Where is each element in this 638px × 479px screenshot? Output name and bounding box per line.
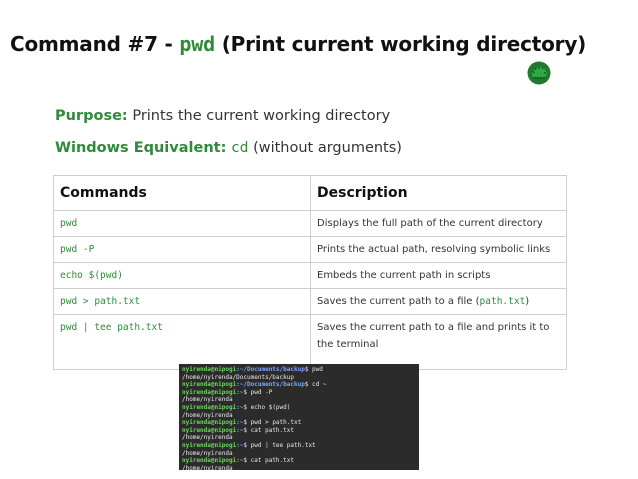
terminal-command: $ pwd — [304, 366, 323, 373]
terminal-output: /home/nyirenda/Documents/backup — [182, 373, 294, 381]
terminal-prompt-user: nyirenda@nipogi — [182, 457, 237, 465]
terminal-prompt-line: nyirenda@nipogi:~$ pwd > path.txt — [182, 419, 416, 427]
command-cell: pwd > path.txt — [53, 288, 311, 315]
terminal-prompt-user: nyirenda@nipogi — [182, 366, 237, 373]
column-header-description: Description — [310, 175, 567, 211]
terminal-prompt-user: nyirenda@nipogi — [182, 441, 237, 449]
terminal-output: /home/nyirenda — [182, 434, 233, 442]
table-row: pwd > path.txt Saves the current path to… — [53, 288, 567, 315]
terminal-prompt-user: nyirenda@nipogi — [182, 403, 237, 411]
command-cell: pwd — [53, 210, 311, 237]
terminal-command: $ pwd > path.txt — [243, 419, 302, 427]
terminal-prompt-line: nyirenda@nipogi:~/Documents/backup$ cd ~ — [182, 381, 416, 389]
terminal-command: $ pwd -P — [243, 388, 273, 396]
terminal-prompt-user: nyirenda@nipogi — [182, 381, 237, 389]
windows-equivalent-command: cd — [230, 140, 249, 156]
terminal-prompt-user: nyirenda@nipogi — [182, 388, 237, 396]
terminal-output: /home/nyirenda — [182, 449, 233, 457]
description-cell: Prints the actual path, resolving symbol… — [310, 236, 567, 263]
command-cell: pwd -P — [53, 236, 311, 263]
title-suffix: (Print current working directory) — [214, 32, 587, 56]
terminal-command: $ cat path.txt — [243, 457, 294, 465]
terminal-prompt-line: nyirenda@nipogi:~/Documents/backup$ pwd — [182, 366, 416, 374]
terminal-output-line: /home/nyirenda — [182, 450, 416, 458]
column-header-commands: Commands — [53, 175, 311, 211]
terminal-screenshot: nyirenda@nipogi:~/Documents/backup$ pwd /… — [179, 364, 419, 470]
title-prefix: Command #7 - — [10, 32, 180, 56]
terminal-prompt-line: nyirenda@nipogi:~$ pwd -P — [182, 389, 416, 397]
table-row: pwd Displays the full path of the curren… — [53, 210, 567, 237]
terminal-prompt-line: nyirenda@nipogi:~$ cat path.txt — [182, 457, 416, 465]
description-cell: Embeds the current path in scripts — [310, 262, 567, 289]
terminal-output-line: /home/nyirenda — [182, 434, 416, 442]
table-header-row: Commands Description — [53, 175, 567, 211]
terminal-output-line: /home/nyirenda/Documents/backup — [182, 374, 416, 382]
terminal-output-line: /home/nyirenda — [182, 412, 416, 420]
terminal-output: /home/nyirenda — [182, 464, 233, 470]
description-text: Saves the current path to a file ( — [317, 296, 480, 307]
title-command: pwd — [179, 32, 215, 56]
table-row: pwd | tee path.txt Saves the current pat… — [53, 314, 567, 370]
purpose-text: Prints the current working directory — [132, 108, 391, 124]
hedgehog-logo-icon — [527, 61, 551, 85]
description-cell: Displays the full path of the current di… — [310, 210, 567, 237]
terminal-output-line: /home/nyirenda — [182, 465, 416, 470]
table-row: echo $(pwd) Embeds the current path in s… — [53, 262, 567, 289]
windows-equivalent-line: Windows Equivalent: cd (without argument… — [55, 140, 402, 156]
commands-table: Commands Description pwd Displays the fu… — [53, 175, 567, 370]
description-code: path.txt — [479, 296, 526, 307]
table-row: pwd -P Prints the actual path, resolving… — [53, 236, 567, 263]
windows-equivalent-text: (without arguments) — [253, 140, 402, 156]
terminal-prompt-line: nyirenda@nipogi:~$ pwd | tee path.txt — [182, 442, 416, 450]
description-cell: Saves the current path to a file and pri… — [310, 314, 567, 370]
terminal-prompt-path: :~/Documents/backup — [236, 381, 305, 389]
windows-equivalent-label: Windows Equivalent: — [55, 140, 227, 156]
command-cell: echo $(pwd) — [53, 262, 311, 289]
terminal-command: $ pwd | tee path.txt — [243, 441, 316, 449]
terminal-prompt-path: :~/Documents/backup — [236, 366, 305, 373]
terminal-prompt-user: nyirenda@nipogi — [182, 419, 237, 427]
command-cell: pwd | tee path.txt — [53, 314, 311, 370]
terminal-prompt-user: nyirenda@nipogi — [182, 426, 237, 434]
terminal-prompt-line: nyirenda@nipogi:~$ cat path.txt — [182, 427, 416, 435]
description-text-end: ) — [525, 296, 530, 307]
terminal-command: $ cat path.txt — [243, 426, 294, 434]
purpose-label: Purpose: — [55, 108, 128, 124]
terminal-prompt-line: nyirenda@nipogi:~$ echo $(pwd) — [182, 404, 416, 412]
description-cell: Saves the current path to a file (path.t… — [310, 288, 567, 315]
purpose-line: Purpose: Prints the current working dire… — [55, 108, 390, 124]
terminal-output: /home/nyirenda — [182, 396, 233, 404]
terminal-command: $ echo $(pwd) — [243, 403, 291, 411]
terminal-command: $ cd ~ — [304, 381, 327, 389]
terminal-output: /home/nyirenda — [182, 411, 233, 419]
slide-title: Command #7 - pwd (Print current working … — [10, 32, 586, 56]
terminal-output-line: /home/nyirenda — [182, 396, 416, 404]
